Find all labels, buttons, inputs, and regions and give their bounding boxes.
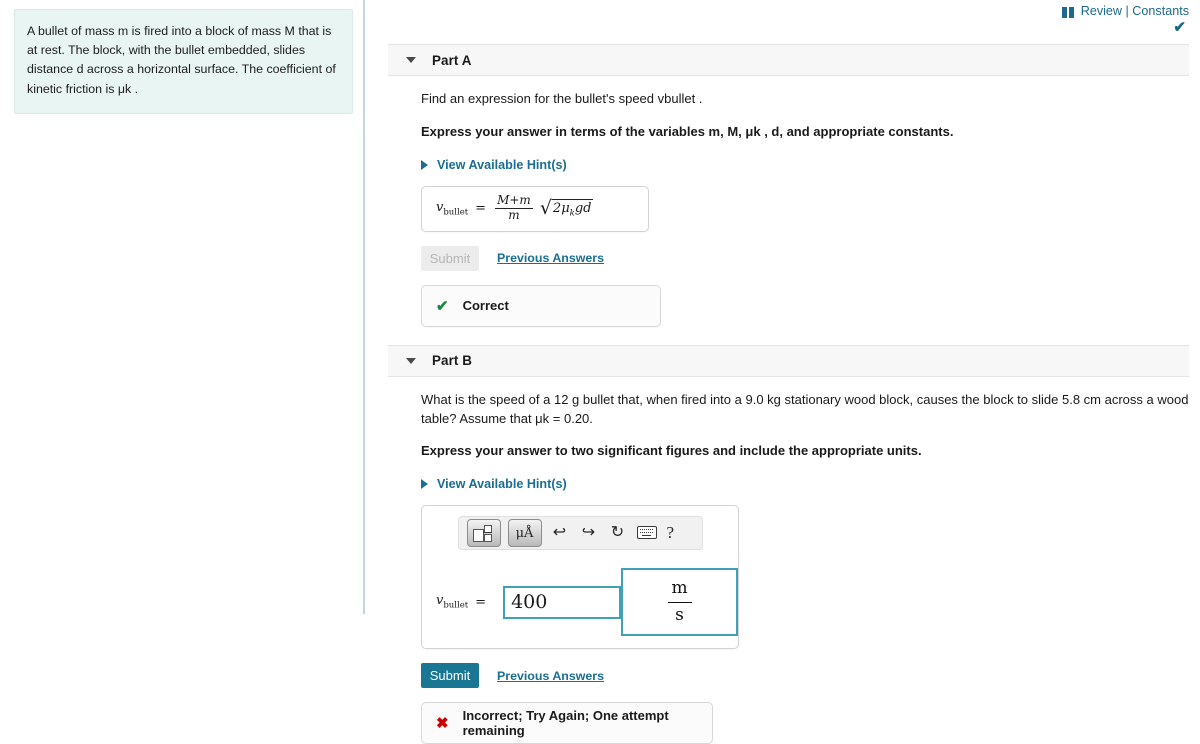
units-micro-angstrom-icon[interactable]: μÅ — [507, 519, 542, 548]
part-a-previous-answers-link[interactable]: Previous Answers — [497, 251, 604, 265]
math-template-icon[interactable] — [466, 519, 501, 548]
part-a-header[interactable]: Part A — [388, 44, 1189, 76]
part-b-unit-numerator: m — [671, 578, 688, 599]
part-a-feedback-text: Correct — [462, 298, 509, 314]
part-a-answer-display[interactable]: vbullet = M+m m √ 2μkgd — [421, 185, 649, 232]
problem-pane: A bullet of mass m is fired into a block… — [0, 0, 365, 614]
part-a-body: Find an expression for the bullet's spee… — [367, 76, 1200, 327]
problem-statement-text: A bullet of mass m is fired into a block… — [27, 24, 336, 96]
chevron-down-icon-part-b[interactable] — [406, 357, 416, 364]
part-b-unit-input[interactable]: m s — [621, 568, 738, 637]
answer-pane: Review | Constants ✔ Part A Find an expr… — [367, 0, 1200, 744]
part-a-feedback-correct: ✔ Correct — [421, 284, 661, 327]
part-b-body: What is the speed of a 12 g bullet that,… — [367, 377, 1200, 744]
top-bar: Review | Constants — [367, 0, 1200, 20]
part-b-answer-lhs: vbullet — [436, 593, 469, 612]
cross-icon: ✖ — [436, 715, 449, 733]
part-a-fraction: M+m m — [495, 194, 533, 223]
part-b-submit-button[interactable]: Submit — [421, 663, 479, 689]
chevron-right-icon-part-a-hints — [421, 159, 428, 170]
part-a-instruction: Express your answer in terms of the vari… — [421, 123, 954, 139]
redo-icon[interactable]: ↪ — [578, 525, 600, 541]
exercise-page: A bullet of mass m is fired into a block… — [0, 0, 1200, 744]
part-b-hints-label: View Available Hint(s) — [437, 477, 567, 492]
part-b-instruction: Express your answer to two significant f… — [421, 443, 922, 459]
part-b-feedback-text: Incorrect; Try Again; One attempt remain… — [462, 708, 669, 739]
part-a-answer-lhs: vbullet — [436, 199, 469, 218]
part-a-equals: = — [475, 201, 487, 217]
part-a-radicand: 2μkgd — [551, 198, 594, 219]
book-icon — [1061, 6, 1075, 18]
part-b-answer-panel: μÅ ↩ ↪ ↻ ? vbullet = m — [421, 505, 739, 650]
status-check-icon: ✔ — [1173, 19, 1186, 36]
fraction-bar — [667, 601, 692, 603]
part-b-hints-link[interactable]: View Available Hint(s) — [421, 477, 567, 491]
help-icon[interactable]: ? — [667, 523, 675, 543]
part-a-submit-button[interactable]: Submit — [421, 245, 479, 271]
part-a-title: Part A — [432, 52, 472, 68]
radical-icon: √ — [539, 196, 552, 219]
part-a-fraction-denominator: m — [508, 208, 520, 223]
review-constants-link[interactable]: Review | Constants — [1061, 4, 1189, 18]
check-icon: ✔ — [436, 297, 449, 315]
part-b-unit-denominator: s — [675, 604, 684, 625]
part-b-equals: = — [475, 594, 487, 610]
keyboard-icon[interactable] — [636, 525, 658, 541]
part-b-feedback-incorrect: ✖ Incorrect; Try Again; One attempt rema… — [421, 702, 713, 744]
part-b-header[interactable]: Part B — [388, 344, 1189, 377]
part-b-title: Part B — [432, 353, 473, 369]
review-constants-label: Review | Constants — [1080, 4, 1189, 18]
part-b-previous-answers-link[interactable]: Previous Answers — [497, 669, 604, 683]
part-b-answer-input-row: vbullet = m s — [436, 568, 738, 637]
part-a-square-root: √ 2μkgd — [539, 196, 594, 219]
part-a-fraction-numerator: M+m — [495, 193, 533, 210]
part-a-hints-label: View Available Hint(s) — [437, 157, 567, 172]
reset-icon[interactable]: ↻ — [607, 525, 629, 541]
part-b-submit-row: Submit Previous Answers — [421, 663, 1189, 689]
chevron-down-icon-part-a[interactable] — [406, 57, 416, 63]
status-check-row: ✔ — [367, 20, 1200, 44]
problem-statement-box: A bullet of mass m is fired into a block… — [14, 9, 353, 114]
part-a-submit-row: Submit Previous Answers — [421, 245, 1189, 271]
part-b-question: What is the speed of a 12 g bullet that,… — [421, 391, 1189, 426]
part-b-unit-fraction: m s — [667, 578, 692, 626]
math-toolbar: μÅ ↩ ↪ ↻ ? — [457, 516, 703, 551]
chevron-right-icon-part-b-hints — [421, 479, 428, 490]
part-a-question: Find an expression for the bullet's spee… — [421, 91, 703, 106]
part-a-hints-link[interactable]: View Available Hint(s) — [421, 158, 567, 172]
undo-icon[interactable]: ↩ — [549, 525, 571, 541]
